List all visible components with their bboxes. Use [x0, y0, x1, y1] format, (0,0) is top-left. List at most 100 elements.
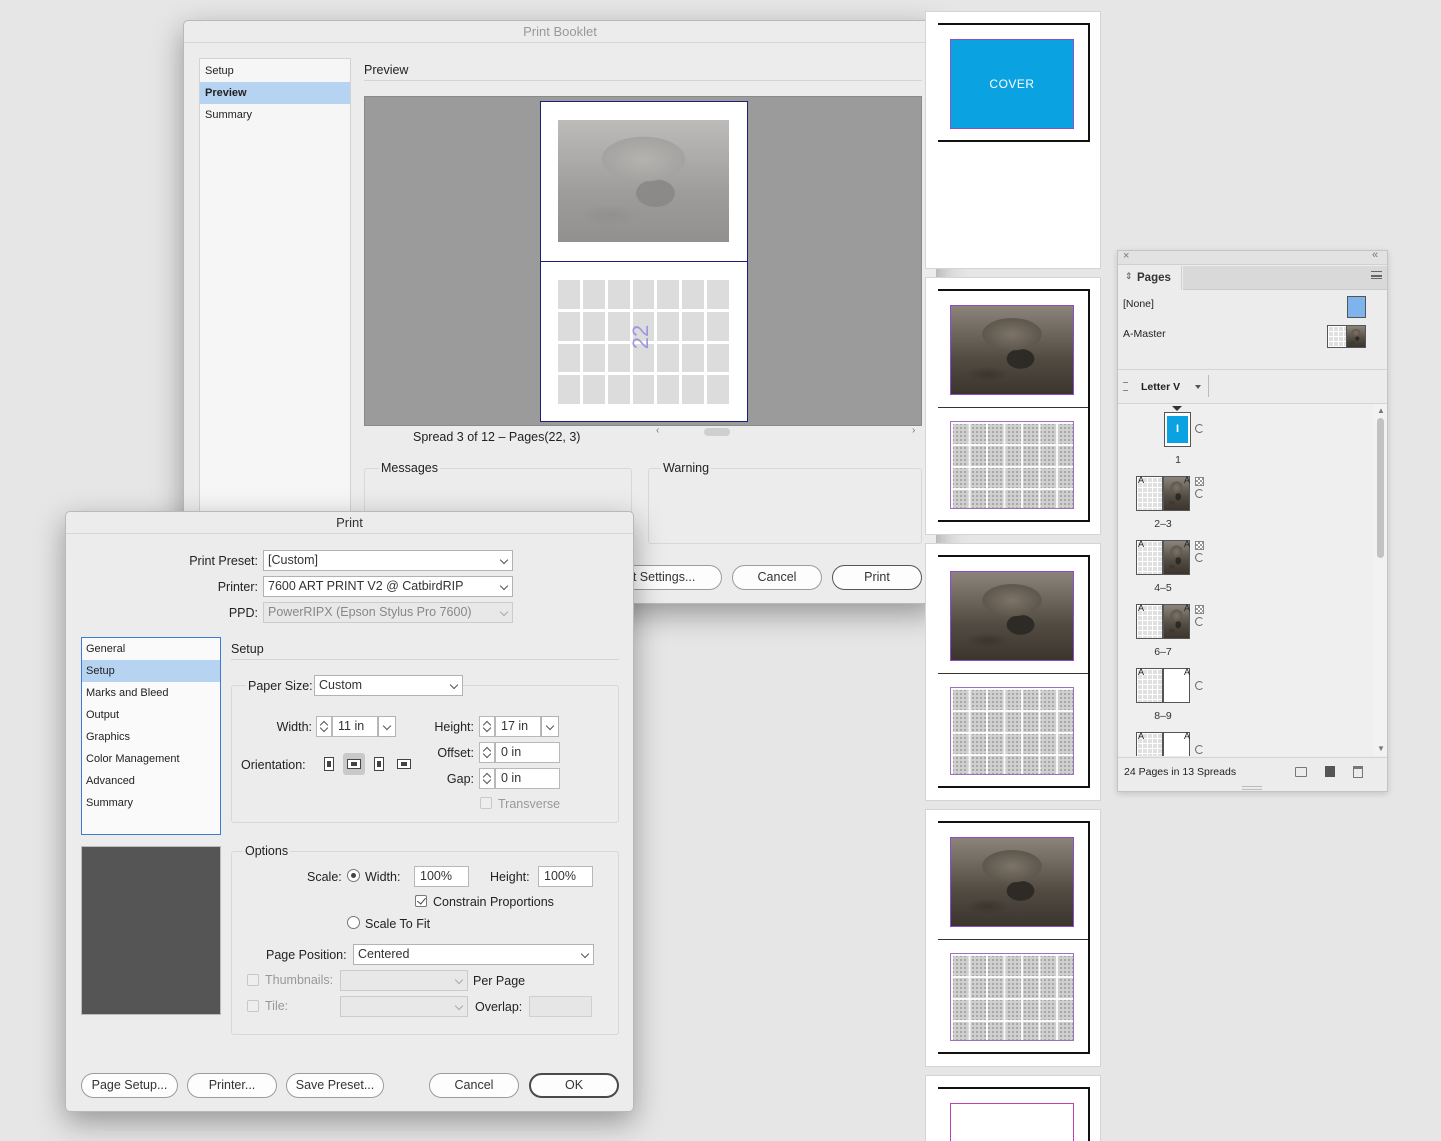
- page-setup-button[interactable]: Page Setup...: [81, 1073, 178, 1098]
- rotate-icon: [1195, 681, 1204, 690]
- pages-list: I 1 A A 2–3 A A 4–5 A A 6–7 A A 8–9 A A: [1118, 404, 1374, 756]
- scroll-right-icon[interactable]: ›: [912, 425, 915, 436]
- page-position-select[interactable]: Centered: [353, 944, 594, 965]
- gap-field[interactable]: 0 in: [495, 768, 560, 789]
- transverse-checkbox[interactable]: [480, 797, 492, 809]
- print-title: Print: [66, 512, 633, 534]
- print-nav-summary[interactable]: Summary: [82, 792, 220, 814]
- master-letter: A: [1184, 667, 1191, 677]
- scroll-up-icon[interactable]: ▲: [1377, 406, 1385, 415]
- page-size-dropdown-icon[interactable]: [1195, 385, 1201, 389]
- scale-label: Scale:: [307, 870, 342, 884]
- new-page-icon[interactable]: [1325, 766, 1335, 777]
- print-preset-select[interactable]: [Custom]: [263, 550, 513, 571]
- width-field[interactable]: 11 in: [332, 716, 378, 737]
- width-unit-dropdown[interactable]: [378, 716, 396, 737]
- save-preset-button[interactable]: Save Preset...: [286, 1073, 384, 1098]
- turtle-photo: [950, 305, 1074, 395]
- per-page-label: Per Page: [473, 974, 526, 988]
- ppd-label: PPD:: [228, 606, 258, 620]
- print-nav-advanced[interactable]: Advanced: [82, 770, 220, 792]
- tile-checkbox[interactable]: [247, 1000, 259, 1012]
- pages-scrollbar[interactable]: ▲ ▼: [1374, 404, 1387, 756]
- master-a[interactable]: A-Master: [1118, 323, 1380, 349]
- rotate-icon: [1195, 424, 1204, 433]
- height-stepper[interactable]: [479, 716, 495, 737]
- scroll-thumb[interactable]: [1377, 418, 1384, 558]
- grip-icon: [1123, 382, 1128, 391]
- cover-page: COVER: [938, 23, 1090, 142]
- spread-2[interactable]: [925, 277, 1101, 535]
- booklet-nav-preview[interactable]: Preview: [200, 82, 350, 104]
- overlap-label: Overlap:: [475, 1000, 523, 1014]
- print-nav-output[interactable]: Output: [82, 704, 220, 726]
- pages-tab[interactable]: ⇕ Pages: [1120, 266, 1182, 290]
- scroll-left-icon[interactable]: ‹: [656, 425, 659, 436]
- spread-3[interactable]: [925, 543, 1101, 801]
- print-nav-marks-bleed[interactable]: Marks and Bleed: [82, 682, 220, 704]
- close-icon[interactable]: ×: [1123, 250, 1129, 262]
- printer-select[interactable]: 7600 ART PRINT V2 @ CatbirdRIP: [263, 576, 513, 597]
- delete-page-icon[interactable]: [1353, 766, 1363, 778]
- booklet-nav-summary[interactable]: Summary: [200, 104, 350, 126]
- thumbnails-checkbox[interactable]: [247, 974, 259, 986]
- print-nav-general[interactable]: General: [82, 638, 220, 660]
- height-field[interactable]: 17 in: [495, 716, 541, 737]
- chevron-down-icon: [382, 721, 392, 731]
- scroll-thumb[interactable]: [704, 428, 730, 436]
- orientation-reverse-portrait-icon[interactable]: [368, 753, 390, 775]
- scale-height-field[interactable]: 100%: [538, 866, 593, 887]
- cover-block: COVER: [950, 39, 1074, 129]
- resize-grip-icon[interactable]: [1242, 786, 1262, 790]
- orientation-portrait-icon[interactable]: [318, 753, 340, 775]
- master-none[interactable]: [None]: [1118, 293, 1380, 319]
- print-ok-button[interactable]: OK: [529, 1073, 619, 1098]
- page-1-thumb[interactable]: I: [1164, 412, 1191, 447]
- orientation-landscape-icon[interactable]: [343, 753, 365, 775]
- scale-height-label: Height:: [490, 870, 530, 884]
- master-letter: A: [1138, 475, 1145, 485]
- offset-field[interactable]: 0 in: [495, 742, 560, 763]
- spread-cover[interactable]: COVER: [925, 11, 1101, 269]
- spread-4[interactable]: [925, 809, 1101, 1067]
- print-nav-setup[interactable]: Setup: [82, 660, 220, 682]
- page-label-8-9: 8–9: [1154, 710, 1172, 722]
- scale-width-field[interactable]: 100%: [414, 866, 469, 887]
- tab-strip: [1183, 266, 1387, 290]
- page-number-label: 22: [628, 324, 654, 350]
- collapse-icon[interactable]: «: [1372, 249, 1378, 261]
- printer-label: Printer:: [217, 580, 258, 594]
- paper-size-select[interactable]: Custom: [314, 675, 463, 696]
- print-nav-color-management[interactable]: Color Management: [82, 748, 220, 770]
- booklet-nav-setup[interactable]: Setup: [200, 60, 350, 82]
- offset-label: Offset:: [437, 746, 474, 760]
- booklet-print-button[interactable]: Print: [832, 565, 922, 590]
- master-a-thumb-right: [1346, 325, 1366, 348]
- master-letter: A: [1138, 667, 1145, 677]
- height-unit-dropdown[interactable]: [541, 716, 559, 737]
- warning-label: Warning: [661, 461, 712, 475]
- scale-to-fit-radio[interactable]: [347, 916, 360, 929]
- page-size-label[interactable]: Letter V: [1141, 381, 1180, 393]
- preview-scrollbar[interactable]: ‹ ›: [654, 425, 922, 439]
- scroll-down-icon[interactable]: ▼: [1377, 744, 1385, 753]
- turtle-photo: [558, 120, 729, 242]
- tab-arrows-icon: ⇕: [1125, 271, 1133, 281]
- width-stepper[interactable]: [316, 716, 332, 737]
- offset-stepper[interactable]: [479, 742, 495, 763]
- transverse-label: Transverse: [498, 797, 561, 811]
- scale-width-radio[interactable]: [347, 869, 360, 882]
- gap-label: Gap:: [446, 772, 474, 786]
- gap-stepper[interactable]: [479, 768, 495, 789]
- width-label: Width:: [276, 720, 312, 734]
- booklet-cancel-button[interactable]: Cancel: [732, 565, 822, 590]
- print-cancel-button[interactable]: Cancel: [429, 1073, 519, 1098]
- printer-button[interactable]: Printer...: [187, 1073, 277, 1098]
- print-nav-graphics[interactable]: Graphics: [82, 726, 220, 748]
- rotate-icon: [1195, 489, 1204, 498]
- panel-menu-icon-mid: [1371, 275, 1382, 277]
- constrain-proportions-checkbox[interactable]: [415, 895, 427, 907]
- edit-page-size-icon[interactable]: [1295, 767, 1307, 777]
- spread-5[interactable]: [925, 1075, 1101, 1141]
- page-position-label: Page Position:: [266, 948, 347, 962]
